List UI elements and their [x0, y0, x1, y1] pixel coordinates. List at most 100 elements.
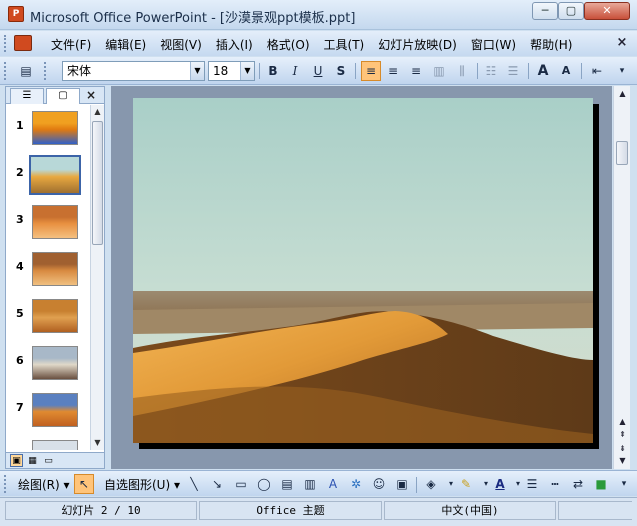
scroll-up-icon[interactable]: ▲ [616, 88, 629, 100]
slide-thumbnail[interactable] [32, 299, 78, 333]
chevron-down-icon[interactable]: ▼ [240, 62, 254, 80]
normal-view-icon[interactable]: ▣ [10, 454, 23, 467]
toolbar-grip-handle[interactable] [4, 62, 7, 80]
slide-thumbnail-row[interactable]: 5 [6, 297, 90, 337]
decrease-indent-icon[interactable]: ⇤ [587, 61, 607, 81]
bold-button[interactable]: B [263, 61, 283, 81]
scroll-down-icon[interactable]: ▲ [616, 416, 629, 428]
slide-thumbnail[interactable] [32, 440, 78, 450]
shadow-style-icon[interactable]: ■ [591, 474, 611, 494]
arrow-icon[interactable]: ↘ [207, 474, 227, 494]
menu-item[interactable]: 格式(O) [260, 36, 317, 53]
slide-number: 5 [16, 307, 24, 320]
document-close-icon[interactable]: × [614, 35, 630, 51]
drawing-toolbar: 绘图(R) ▾ ↖ 自选图形(U) ▾ ╲ ↘ ▭ ◯ ▤ ▥ A ✲ ☺ ▣ … [0, 470, 637, 496]
slide-thumbnail-row[interactable]: 8 [6, 438, 90, 450]
document-icon[interactable] [14, 35, 32, 51]
line-style-icon[interactable]: ☰ [522, 474, 542, 494]
toolbar-options-icon[interactable]: ▾ [614, 474, 634, 494]
menu-item[interactable]: 视图(V) [153, 36, 209, 53]
toolbar-options-icon[interactable]: ▾ [612, 61, 632, 81]
italic-button[interactable]: I [285, 61, 305, 81]
underline-button[interactable]: U [308, 61, 328, 81]
menu-item[interactable]: 幻灯片放映(D) [371, 36, 464, 53]
menu-item[interactable]: 工具(T) [317, 36, 372, 53]
menu-item[interactable]: 编辑(E) [98, 36, 153, 53]
distributed-align-icon[interactable]: ▥ [429, 61, 449, 81]
close-button[interactable]: ✕ [584, 2, 630, 20]
slide-thumbnail[interactable] [32, 346, 78, 380]
toolbar-grip-handle[interactable] [44, 62, 47, 80]
line-icon[interactable]: ╲ [184, 474, 204, 494]
pane-close-icon[interactable]: × [86, 88, 96, 102]
chevron-down-icon[interactable]: ▼ [190, 62, 204, 80]
slide-thumbnail[interactable] [32, 111, 78, 145]
slide-thumbnail[interactable] [29, 155, 81, 195]
slide-indicator: 幻灯片 2 / 10 [5, 501, 197, 520]
line-color-icon[interactable]: ✎ [456, 474, 476, 494]
rectangle-icon[interactable]: ▭ [231, 474, 251, 494]
menu-grip-handle[interactable] [4, 35, 8, 52]
slide-thumbnail-row[interactable]: 1 [6, 109, 90, 149]
language-indicator[interactable]: 中文(中国) [384, 501, 556, 520]
font-color-icon[interactable]: A [490, 474, 510, 494]
tab-outline[interactable]: ☰ [10, 88, 44, 104]
previous-slide-icon[interactable]: ⇞ [616, 429, 629, 441]
slide-thumbnail-row[interactable]: 6 [6, 344, 90, 384]
slide-thumbnail-row[interactable]: 7 [6, 391, 90, 431]
tab-slides[interactable]: ▢ [46, 88, 80, 104]
select-objects-icon[interactable]: ↖ [74, 474, 94, 494]
slide-thumbnail-row[interactable]: 3 [6, 203, 90, 243]
toolbar-separator [355, 63, 356, 79]
slide-image-desert[interactable] [133, 98, 593, 443]
align-left-button[interactable]: ≡ [361, 61, 381, 81]
insert-picture-icon[interactable]: ▣ [392, 474, 412, 494]
font-name-select[interactable]: 宋体 ▼ [62, 61, 205, 81]
fill-color-icon[interactable]: ◈ [421, 474, 441, 494]
align-right-button[interactable]: ≡ [406, 61, 426, 81]
align-center-button[interactable]: ≡ [383, 61, 403, 81]
arrow-style-icon[interactable]: ⇄ [568, 474, 588, 494]
scroll-up-icon[interactable]: ▲ [91, 105, 104, 118]
textbox-icon[interactable]: ▤ [277, 474, 297, 494]
grow-font-button[interactable]: A [533, 61, 553, 81]
slide-editor[interactable] [111, 86, 612, 469]
bullets-icon[interactable]: ☰ [503, 61, 523, 81]
scrollbar-thumb[interactable] [92, 121, 103, 245]
scroll-down-icon[interactable]: ▼ [91, 436, 104, 449]
font-size-select[interactable]: 18 ▼ [208, 61, 255, 81]
slide-scrollbar[interactable]: ▲ ▲ ⇞ ⇟ ▼ [613, 86, 630, 469]
new-slide-icon[interactable]: ▤ [16, 61, 36, 81]
slide-thumbnail[interactable] [32, 393, 78, 427]
column-text-icon[interactable]: ⫼ [452, 61, 472, 81]
vertical-textbox-icon[interactable]: ▥ [300, 474, 320, 494]
clipart-icon[interactable]: ☺ [369, 474, 389, 494]
scroll-down-icon[interactable]: ▼ [616, 455, 629, 467]
menu-item[interactable]: 帮助(H) [523, 36, 579, 53]
dash-style-icon[interactable]: ┅ [545, 474, 565, 494]
menu-item[interactable]: 窗口(W) [464, 36, 523, 53]
scrollbar-thumb[interactable] [616, 141, 628, 165]
diagram-icon[interactable]: ✲ [346, 474, 366, 494]
slide-thumbnail[interactable] [32, 205, 78, 239]
minimize-button[interactable]: ─ [532, 2, 558, 20]
slide-thumbnail-row[interactable]: 2 [6, 155, 90, 196]
slideshow-view-icon[interactable]: ▭ [42, 454, 55, 467]
oval-icon[interactable]: ◯ [254, 474, 274, 494]
next-slide-icon[interactable]: ⇟ [616, 443, 629, 455]
thumbnail-scrollbar[interactable]: ▲ ▼ [90, 105, 104, 450]
shrink-font-button[interactable]: A [556, 61, 576, 81]
toolbar-grip-handle[interactable] [4, 475, 7, 493]
maximize-button[interactable]: ▢ [558, 2, 584, 20]
text-shadow-button[interactable]: S [331, 61, 351, 81]
autoshapes-button[interactable]: 自选图形(U) ▾ [104, 476, 180, 493]
numbering-icon[interactable]: ☷ [481, 61, 501, 81]
draw-menu-button[interactable]: 绘图(R) ▾ [18, 476, 70, 493]
menu-item[interactable]: 插入(I) [209, 36, 260, 53]
slide-thumbnail-row[interactable]: 4 [6, 250, 90, 290]
slide-sorter-view-icon[interactable]: ▦ [26, 454, 39, 467]
wordart-icon[interactable]: A [323, 474, 343, 494]
powerpoint-app-icon[interactable]: P [8, 6, 24, 22]
menu-item[interactable]: 文件(F) [44, 36, 98, 53]
slide-thumbnail[interactable] [32, 252, 78, 286]
